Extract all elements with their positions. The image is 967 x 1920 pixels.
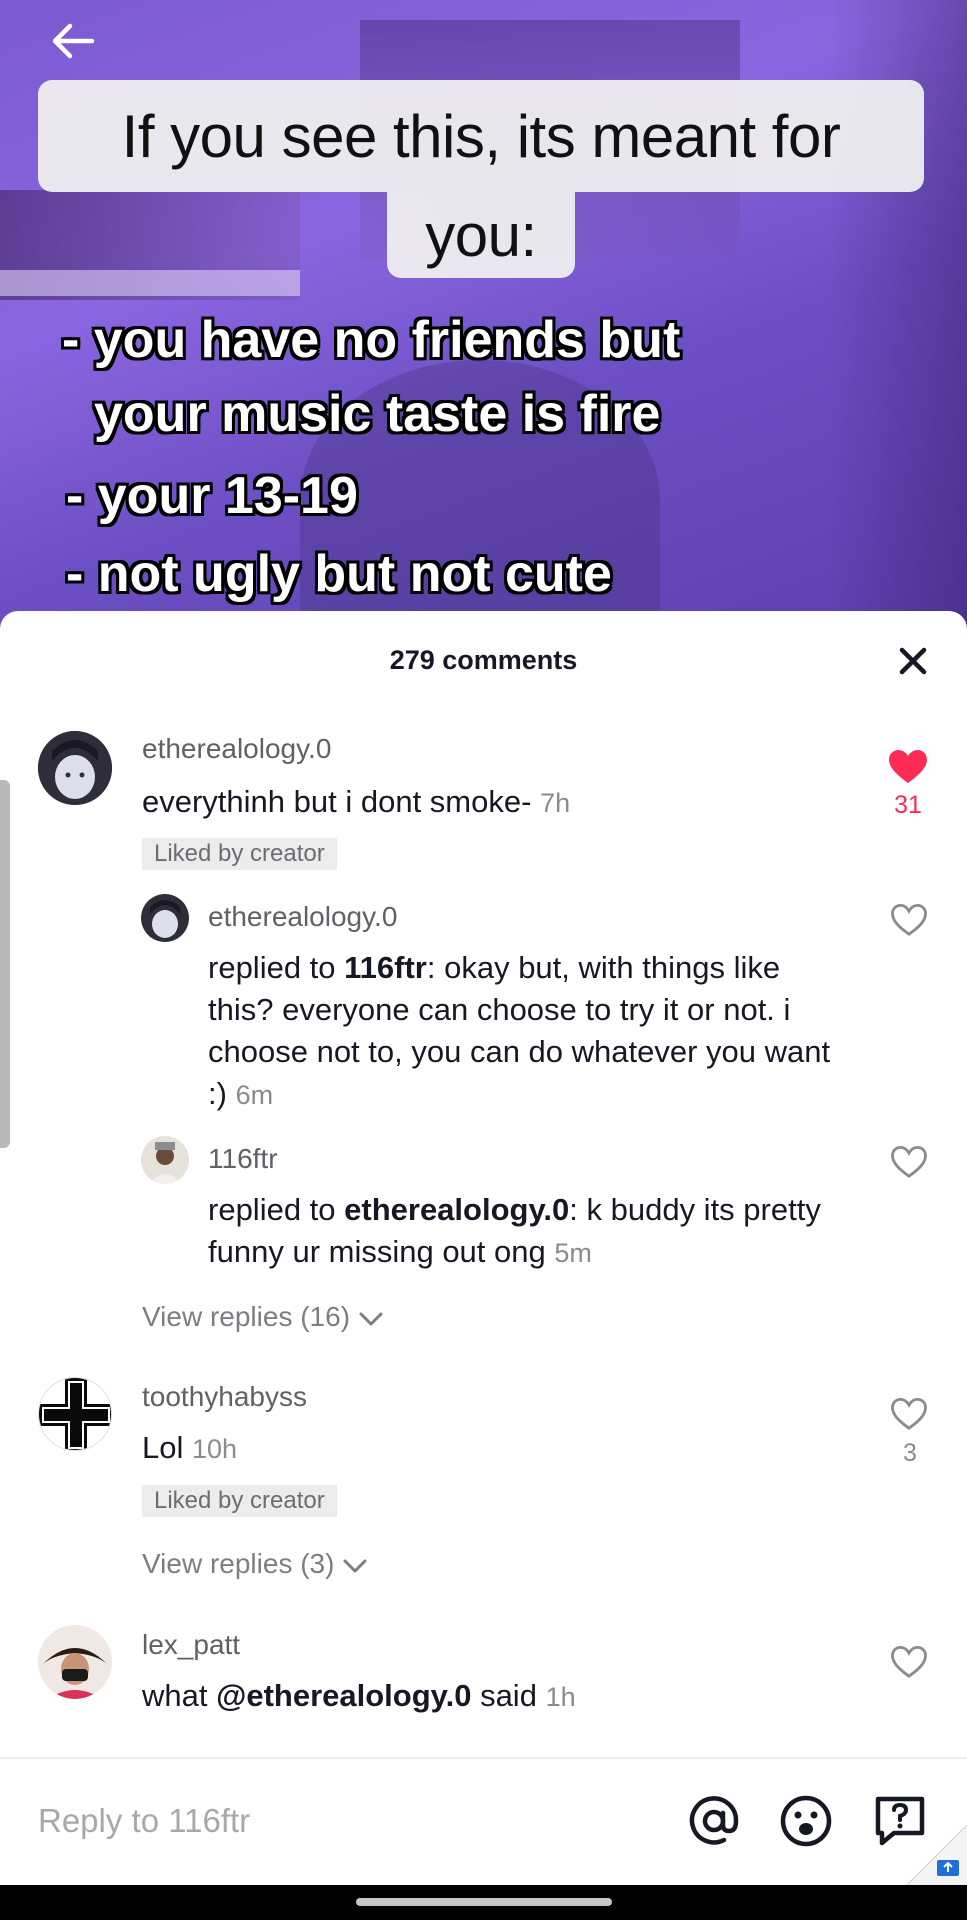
view-replies-label: View replies (16) (142, 1301, 351, 1332)
comment-text: what @etherealology.0 said 1h (142, 1675, 862, 1718)
reply-time: 5m (554, 1238, 592, 1268)
avatar[interactable] (141, 894, 189, 942)
chevron-down-icon (343, 1559, 367, 1573)
comment-text: Lol 10h (142, 1427, 862, 1470)
reply-username[interactable]: etherealology.0 (208, 901, 397, 933)
avatar[interactable] (38, 1625, 112, 1699)
video-caption-box: If you see this, its meant for (38, 80, 924, 192)
like-count: 31 (894, 791, 922, 819)
avatar[interactable] (141, 1136, 189, 1184)
page-corner-icon (907, 1824, 967, 1885)
video-caption-line-2: you: (425, 201, 537, 269)
video-background: If you see this, its meant for you: - yo… (0, 0, 967, 640)
system-nav-bar (0, 1885, 967, 1920)
view-replies-link[interactable]: View replies (16) (142, 1301, 384, 1333)
like-count: 3 (903, 1439, 917, 1467)
comments-sheet: 279 comments etherealology.0 everythinh … (0, 611, 967, 1885)
video-caption-line-1: If you see this, its meant for (121, 102, 841, 170)
comment-username[interactable]: lex_patt (142, 1629, 240, 1661)
reply-input[interactable] (38, 1795, 638, 1847)
comment-mention[interactable]: @etherealology.0 (216, 1678, 471, 1713)
heart-filled-icon[interactable] (888, 749, 928, 785)
comment-count: 279 comments (389, 645, 578, 675)
background-shelf-board (0, 270, 300, 296)
liked-by-creator-badge: Liked by creator (142, 1485, 337, 1517)
avatar-image-icon (141, 1136, 189, 1184)
video-overlay-line: your music taste is fire (94, 385, 661, 443)
reply-mention[interactable]: 116ftr (344, 950, 427, 985)
video-overlay-line: - your 13-19 (66, 467, 358, 525)
reply-prefix: replied to (208, 950, 345, 985)
close-icon[interactable] (893, 641, 933, 681)
avatar-image-icon (38, 731, 112, 805)
comment-username[interactable]: toothyhabyss (142, 1381, 307, 1413)
comment-time: 7h (540, 788, 571, 818)
comment-prefix: what (142, 1678, 217, 1713)
back-arrow-icon[interactable] (48, 18, 98, 68)
comment-body: Lol (142, 1430, 184, 1465)
reply-prefix: replied to (208, 1192, 345, 1227)
avatar[interactable] (38, 1377, 112, 1451)
avatar[interactable] (38, 731, 112, 805)
comment-time: 1h (545, 1682, 576, 1712)
cross-avatar-icon (39, 1378, 111, 1450)
home-indicator[interactable] (356, 1898, 612, 1906)
heart-outline-icon[interactable] (890, 1145, 928, 1179)
heart-outline-icon[interactable] (890, 903, 928, 937)
video-overlay-line: - you have no friends but (62, 311, 681, 369)
reply-text: replied to 116ftr: okay but, with things… (208, 947, 848, 1116)
mention-icon[interactable] (686, 1793, 742, 1849)
scrollbar[interactable] (0, 780, 10, 1148)
comment-suffix: said (471, 1678, 537, 1713)
view-replies-label: View replies (3) (142, 1548, 335, 1579)
video-overlay-line: - not ugly but not cute (66, 545, 612, 603)
reply-mention[interactable]: etherealology.0 (344, 1192, 569, 1227)
reply-time: 6m (235, 1080, 274, 1110)
liked-by-creator-badge: Liked by creator (142, 838, 337, 870)
comment-time: 10h (192, 1434, 238, 1464)
comment-text: everythinh but i dont smoke- 7h (142, 781, 862, 824)
avatar-image-icon (38, 1625, 112, 1699)
heart-outline-icon[interactable] (890, 1397, 928, 1431)
comment-body: everythinh but i dont smoke- (142, 784, 532, 819)
view-replies-link[interactable]: View replies (3) (142, 1548, 368, 1580)
comment-username[interactable]: etherealology.0 (142, 733, 331, 765)
reply-input-bar (0, 1757, 967, 1885)
heart-outline-icon[interactable] (890, 1645, 928, 1679)
chevron-down-icon (359, 1312, 383, 1326)
emoji-icon[interactable] (778, 1793, 834, 1849)
reply-text: replied to etherealology.0: k buddy its … (208, 1189, 848, 1274)
avatar-image-icon (141, 894, 189, 942)
video-caption-box-2: you: (387, 192, 575, 278)
reply-username[interactable]: 116ftr (208, 1143, 278, 1175)
comments-header: 279 comments (0, 611, 967, 711)
